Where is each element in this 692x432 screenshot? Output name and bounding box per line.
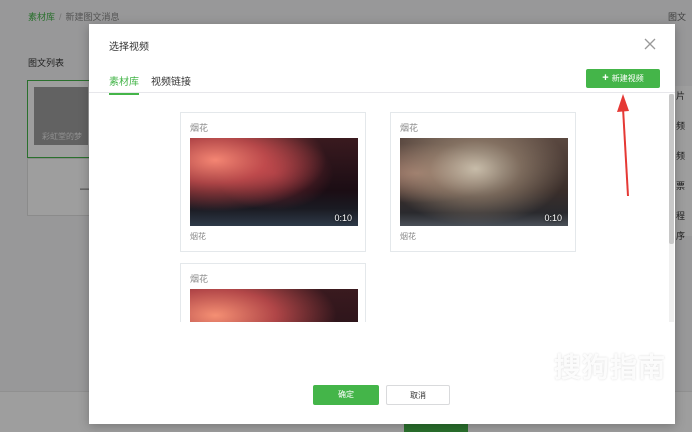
- video-thumbnail: 0:10: [190, 138, 358, 226]
- new-video-button[interactable]: + 新建视频: [586, 69, 660, 88]
- video-title: 烟花: [400, 123, 419, 133]
- video-thumbnail: [190, 289, 358, 322]
- scrollbar-thumb[interactable]: [669, 94, 674, 244]
- tab-video-link[interactable]: 视频链接: [151, 73, 191, 93]
- confirm-button[interactable]: 确定: [313, 385, 379, 405]
- video-caption: 烟花: [190, 232, 206, 241]
- cancel-button[interactable]: 取消: [386, 385, 450, 405]
- video-card[interactable]: 烟花 0:10 烟花: [180, 112, 366, 252]
- new-video-button-label: 新建视频: [611, 74, 644, 83]
- video-duration: 0:10: [334, 213, 352, 223]
- video-card[interactable]: 烟花: [180, 263, 366, 322]
- video-duration: 0:10: [544, 213, 562, 223]
- video-title: 烟花: [190, 274, 209, 284]
- dialog-tabs: 素材库 视频链接: [109, 72, 203, 95]
- dialog-title: 选择视频: [109, 42, 149, 53]
- video-grid: 烟花 0:10 烟花 烟花 0:10 烟花 烟花: [89, 94, 675, 322]
- select-video-dialog: 选择视频 素材库 视频链接 + 新建视频 烟花 0:10 烟花 烟花 0:10 烟花…: [89, 24, 675, 424]
- video-thumbnail: 0:10: [400, 138, 568, 226]
- video-card[interactable]: 烟花 0:10 烟花: [390, 112, 576, 252]
- video-title: 烟花: [190, 123, 209, 133]
- close-icon[interactable]: [643, 37, 657, 51]
- plus-icon: +: [602, 72, 609, 84]
- video-caption: 烟花: [400, 232, 416, 241]
- tab-divider: [89, 92, 675, 93]
